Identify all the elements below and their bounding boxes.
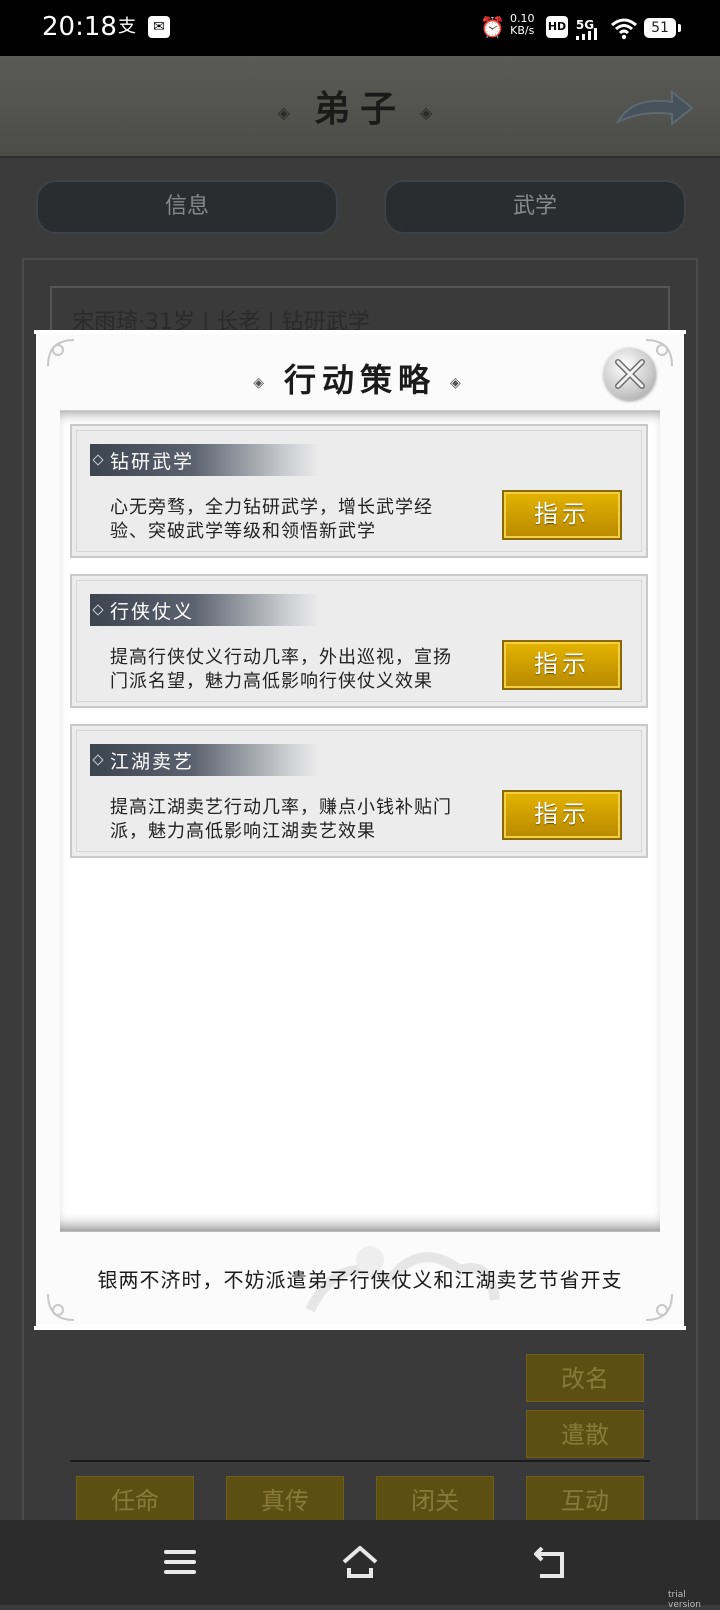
watermark: trial version [668, 1590, 701, 1610]
strategy-card-martial-study: 钻研武学 心无旁骛，全力钻研武学，增长武学经验、突破武学等级和领悟新武学 指示 [70, 424, 648, 558]
diamond-bullet-icon [92, 754, 104, 766]
diamond-ornament-icon: ◈ [420, 102, 443, 122]
strategy-description: 心无旁骛，全力钻研武学，增长武学经验、突破武学等级和领悟新武学 [110, 497, 433, 542]
strategy-description: 提高行侠仗义行动几率，外出巡视，宣扬门派名望，魅力高低影响行侠仗义效果 [110, 647, 452, 692]
home-icon[interactable] [338, 1540, 382, 1584]
corner-ornament-icon [47, 1293, 75, 1321]
strategy-card-chivalry: 行侠仗义 提高行侠仗义行动几率，外出巡视，宣扬门派名望，魅力高低影响行侠仗义效果… [70, 574, 648, 708]
instruct-button[interactable]: 指示 [502, 790, 622, 840]
close-door-button[interactable]: 闭关 [376, 1476, 494, 1524]
menu-icon[interactable] [158, 1540, 202, 1584]
hd-icon: HD [546, 16, 568, 38]
close-icon [615, 359, 645, 389]
alarm-icon: ⏰ [480, 15, 505, 39]
instruct-button[interactable]: 指示 [502, 490, 622, 540]
dialog-bottom-edge [34, 1326, 686, 1330]
true-transmission-button[interactable]: 真传 [226, 1476, 344, 1524]
dialog-title-text: 行动策略 [283, 361, 436, 399]
alipay-icon: 支 [118, 16, 136, 37]
interact-button[interactable]: 互动 [526, 1476, 644, 1524]
dialog-top-edge [34, 330, 686, 334]
strategy-name: 行侠仗义 [110, 601, 195, 623]
strategy-name: 钻研武学 [110, 451, 195, 473]
strategy-description: 提高江湖卖艺行动几率，赚点小钱补贴门派，魅力高低影响江湖卖艺效果 [110, 797, 452, 842]
diamond-bullet-icon [92, 604, 104, 616]
tab-info[interactable]: 信息 [36, 180, 338, 234]
divider [70, 1460, 650, 1462]
appoint-button[interactable]: 任命 [76, 1476, 194, 1524]
back-arrow-icon[interactable] [612, 86, 696, 130]
diamond-ornament-icon: ◈ [253, 374, 270, 391]
instruct-button[interactable]: 指示 [502, 640, 622, 690]
status-bar: 20:18 支 ✉ ⏰ 0.10 KB/s HD 5G 51 [0, 0, 720, 56]
rename-button[interactable]: 改名 [526, 1354, 644, 1402]
network-speed: 0.10 KB/s [510, 13, 535, 37]
tab-martial-arts[interactable]: 武学 [384, 180, 686, 234]
speed-unit: KB/s [510, 24, 535, 37]
strategy-name: 江湖卖艺 [110, 751, 195, 773]
system-nav-bar [0, 1520, 720, 1605]
back-icon[interactable] [528, 1540, 572, 1584]
diamond-ornament-icon: ◈ [450, 374, 467, 391]
wifi-icon [611, 18, 637, 40]
strategy-card-street-performance: 江湖卖艺 提高江湖卖艺行动几率，赚点小钱补贴门派，魅力高低影响江湖卖艺效果 指示 [70, 724, 648, 858]
close-button[interactable] [604, 348, 656, 400]
dialog-tip: 银两不济时，不妨派遣弟子行侠仗义和江湖卖艺节省开支 [97, 1268, 623, 1292]
page-title-text: 弟子 [313, 88, 406, 130]
tab-martial-arts-label: 武学 [512, 194, 557, 219]
dismiss-button[interactable]: 遣散 [526, 1410, 644, 1458]
diamond-bullet-icon [92, 454, 104, 466]
battery-indicator: 51 [644, 18, 681, 38]
mail-icon: ✉ [148, 16, 170, 38]
tab-info-label: 信息 [164, 194, 209, 219]
corner-ornament-icon [645, 1293, 673, 1321]
diamond-ornament-icon: ◈ [277, 102, 300, 122]
clock: 20:18 [42, 12, 117, 42]
signal-bars-icon [576, 28, 597, 40]
